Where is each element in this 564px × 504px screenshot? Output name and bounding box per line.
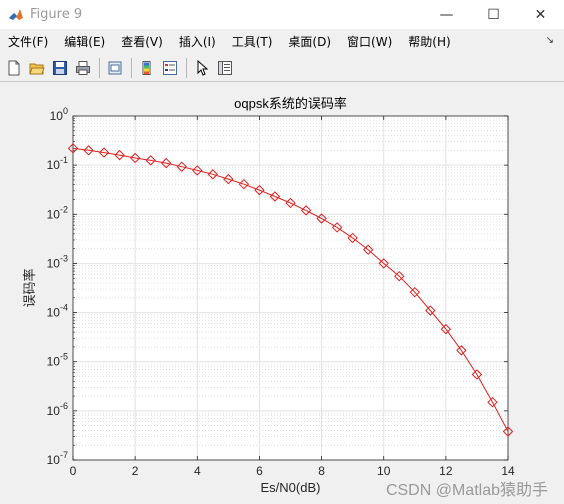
menu-view[interactable]: 查看(V) bbox=[113, 33, 171, 50]
y-tick-label: 100 bbox=[50, 106, 68, 123]
x-tick-label: 8 bbox=[318, 464, 325, 478]
menu-bar: 文件(F) 编辑(E) 查看(V) 插入(I) 工具(T) 桌面(D) 窗口(W… bbox=[0, 29, 564, 54]
open-file-icon bbox=[29, 63, 45, 74]
property-inspector-button[interactable] bbox=[214, 57, 236, 79]
y-tick-label: 10-3 bbox=[47, 253, 68, 270]
menu-tools[interactable]: 工具(T) bbox=[224, 33, 281, 50]
matlab-logo-icon bbox=[9, 8, 23, 20]
legend-icon bbox=[163, 60, 177, 75]
colorbar-icon bbox=[142, 60, 151, 75]
menu-help[interactable]: 帮助(H) bbox=[400, 33, 458, 50]
save-icon bbox=[53, 60, 67, 75]
legend-button[interactable] bbox=[159, 57, 181, 79]
new-figure-icon bbox=[8, 60, 20, 75]
colorbar-button[interactable] bbox=[136, 57, 158, 79]
y-axis-label: 误码率 bbox=[22, 268, 37, 307]
edit-plot-arrow-icon bbox=[197, 59, 209, 76]
y-tick-label: 10-6 bbox=[47, 401, 68, 418]
y-tick-label: 10-2 bbox=[47, 204, 68, 221]
watermark-text: CSDN @Matlab猿助手 bbox=[386, 481, 548, 499]
minimize-button[interactable]: — bbox=[423, 0, 470, 29]
ber-plot[interactable]: 0 2 4 6 8 10 12 14 100 10-1 10-2 10-3 10-4 10-5 10-6 10… bbox=[0, 83, 564, 504]
minimize-icon: — bbox=[439, 6, 454, 23]
y-tick-label: 10-5 bbox=[47, 352, 68, 369]
x-tick-label: 6 bbox=[256, 464, 263, 478]
toolbar-separator bbox=[131, 57, 132, 78]
x-tick-label: 4 bbox=[194, 464, 201, 478]
y-tick-label: 10-1 bbox=[47, 155, 68, 172]
print-preview-button[interactable] bbox=[104, 57, 126, 79]
figure-toolbar bbox=[0, 54, 564, 82]
menu-window[interactable]: 窗口(W) bbox=[339, 33, 400, 50]
y-tick-label: 10-7 bbox=[47, 450, 68, 467]
edit-plot-button[interactable] bbox=[191, 57, 213, 79]
x-tick-label: 0 bbox=[70, 464, 77, 478]
window-title: Figure 9 bbox=[30, 7, 83, 22]
toolbar-separator bbox=[186, 57, 187, 78]
new-figure-button[interactable] bbox=[3, 57, 25, 79]
x-tick-label: 12 bbox=[439, 464, 453, 478]
x-tick-label: 10 bbox=[377, 464, 391, 478]
close-button[interactable]: ✕ bbox=[517, 0, 564, 29]
figure-canvas: 0 2 4 6 8 10 12 14 100 10-1 10-2 10-3 10-4 10-5 10-6 10… bbox=[0, 83, 564, 504]
figure-window: Figure 9 — ☐ ✕ 文件(F) 编辑(E) 查看(V) 插入(I) 工… bbox=[0, 0, 564, 504]
menu-file[interactable]: 文件(F) bbox=[0, 33, 56, 50]
print-icon bbox=[76, 60, 90, 75]
x-tick-label: 2 bbox=[132, 464, 139, 478]
maximize-icon: ☐ bbox=[487, 6, 500, 23]
y-tick-label: 10-4 bbox=[47, 303, 68, 320]
menu-overflow-icon[interactable]: ↘ bbox=[546, 35, 554, 46]
property-inspector-icon bbox=[218, 60, 232, 75]
print-button[interactable] bbox=[72, 57, 94, 79]
toolbar-separator bbox=[99, 57, 100, 78]
menu-desktop[interactable]: 桌面(D) bbox=[280, 33, 339, 50]
menu-edit[interactable]: 编辑(E) bbox=[56, 33, 113, 50]
save-button[interactable] bbox=[49, 57, 71, 79]
x-tick-label: 14 bbox=[501, 464, 515, 478]
menu-insert[interactable]: 插入(I) bbox=[171, 33, 224, 50]
title-bar: Figure 9 — ☐ ✕ bbox=[0, 0, 564, 29]
x-axis-label: Es/N0(dB) bbox=[261, 480, 321, 495]
close-icon: ✕ bbox=[534, 6, 547, 23]
open-file-button[interactable] bbox=[26, 57, 48, 79]
maximize-button[interactable]: ☐ bbox=[470, 0, 517, 29]
print-preview-icon bbox=[108, 61, 122, 74]
chart-title: oqpsk系统的误码率 bbox=[234, 96, 347, 111]
